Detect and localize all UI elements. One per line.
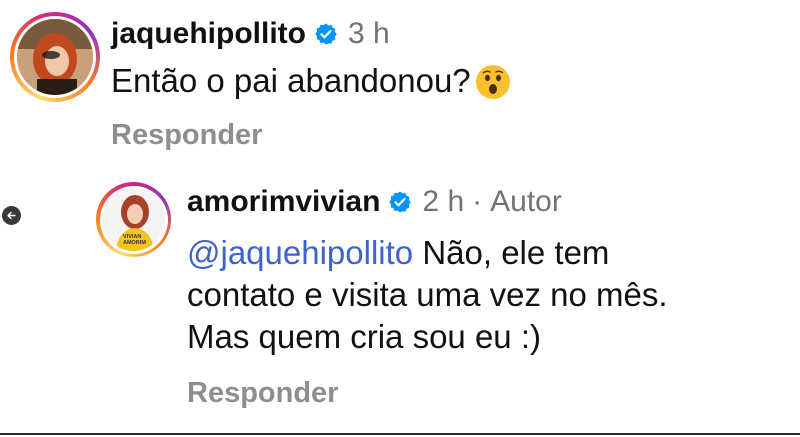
comment-text: @jaquehipollito Não, ele tem contato e v… bbox=[187, 234, 668, 355]
reply-button[interactable]: Responder bbox=[187, 377, 338, 410]
comment-username[interactable]: amorimvivian bbox=[187, 185, 380, 219]
avatar-photo-amorimvivian: VIVIAN AMORIM bbox=[102, 188, 165, 251]
svg-text:AMORIM: AMORIM bbox=[123, 240, 146, 246]
verified-badge-icon bbox=[315, 23, 337, 45]
divider bbox=[0, 433, 800, 435]
comments-thread: jaquehipollito 3 h Então o pai abandonou… bbox=[0, 0, 800, 437]
comment-jaquehipollito: jaquehipollito 3 h Então o pai abandonou… bbox=[0, 0, 800, 170]
comment-time: 2 h bbox=[422, 185, 465, 218]
comment-time: 3 h bbox=[348, 17, 390, 50]
reply-button[interactable]: Responder bbox=[111, 119, 262, 152]
meta-separator: · bbox=[472, 185, 483, 218]
astonished-face-emoji bbox=[475, 65, 510, 99]
verified-badge-icon bbox=[389, 191, 412, 213]
mention-link[interactable]: @jaquehipollito bbox=[187, 234, 413, 271]
avatar-photo-jaquehipollito bbox=[17, 19, 93, 95]
avatar-amorimvivian[interactable]: VIVIAN AMORIM bbox=[96, 182, 171, 257]
comment-username[interactable]: jaquehipollito bbox=[111, 17, 306, 51]
comment-amorimvivian: VIVIAN AMORIM amorimvivian 2 h · Autor @… bbox=[0, 170, 800, 433]
avatar-jaquehipollito[interactable] bbox=[10, 12, 100, 102]
author-badge: Autor bbox=[490, 185, 562, 218]
comment-text: Então o pai abandonou? bbox=[111, 60, 511, 102]
